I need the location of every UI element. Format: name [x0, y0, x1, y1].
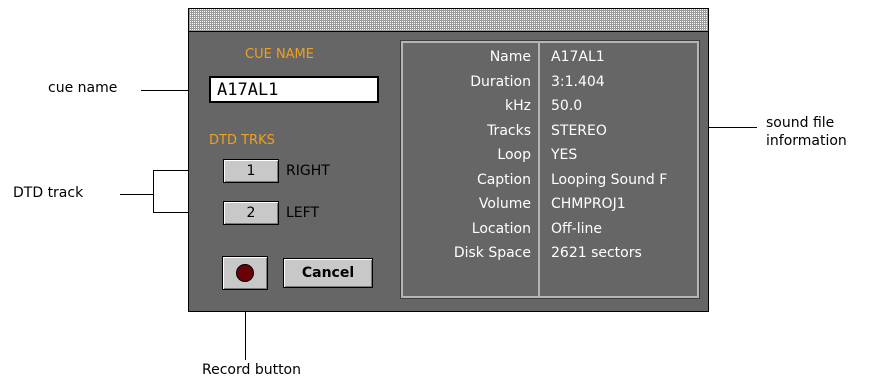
track-2-button[interactable]: 2: [223, 201, 279, 225]
cue-name-callout: cue name: [48, 80, 118, 96]
sound-file-info-panel: Name A17AL1 Duration 3:1.404 kHz 50.0 Tracks ST…: [400, 40, 700, 299]
info-row: Duration 3:1.404: [403, 74, 697, 96]
dtd-track-leader-stem: [120, 194, 153, 195]
info-value: 2621 sectors: [551, 245, 642, 261]
info-value: A17AL1: [551, 49, 605, 65]
cue-name-field[interactable]: A17AL1: [209, 76, 379, 103]
info-key: Location: [471, 220, 531, 237]
dialog-titlebar[interactable]: [189, 9, 708, 32]
info-row: Caption Looping Sound F: [403, 172, 697, 194]
info-value: YES: [551, 147, 578, 163]
info-key: Name: [489, 49, 531, 65]
dtd-track-bracket: [153, 170, 154, 212]
info-key: Duration: [470, 73, 531, 90]
info-row: kHz 50.0: [403, 98, 697, 120]
track-2-label: LEFT: [286, 205, 320, 221]
record-icon: [236, 264, 254, 282]
sound-file-callout-line2: information: [766, 133, 847, 149]
info-key: Loop: [497, 147, 531, 163]
info-key: Disk Space: [453, 245, 531, 261]
info-row: Volume CHMPROJ1: [403, 196, 697, 218]
info-row: Tracks STEREO: [403, 123, 697, 145]
info-value: 50.0: [551, 98, 583, 114]
info-row: Name A17AL1: [403, 49, 697, 71]
info-key: kHz: [505, 98, 531, 114]
track-1-label: RIGHT: [286, 163, 330, 179]
info-value: CHMPROJ1: [551, 196, 626, 212]
dtd-track-callout: DTD track: [13, 185, 84, 201]
info-row: Disk Space 2621 sectors: [403, 245, 697, 267]
record-button-callout: Record button: [202, 362, 301, 378]
info-value: Looping Sound F: [551, 171, 668, 188]
info-key: Tracks: [487, 122, 531, 139]
dtd-trks-label: DTD TRKS: [209, 133, 275, 148]
info-key: Volume: [478, 196, 531, 212]
info-row: Location Off-line: [403, 221, 697, 243]
sound-file-callout-line1: sound file: [766, 115, 835, 131]
info-row: Loop YES: [403, 147, 697, 169]
cue-name-label: CUE NAME: [245, 47, 314, 62]
record-button[interactable]: [222, 256, 268, 290]
info-value: STEREO: [551, 122, 607, 139]
info-key: Caption: [476, 171, 531, 188]
cue-dialog: CUE NAME A17AL1 DTD TRKS 1 RIGHT 2 LEFT …: [188, 8, 709, 312]
info-value: 3:1.404: [551, 73, 605, 90]
cancel-button[interactable]: Cancel: [283, 258, 373, 288]
track-1-button[interactable]: 1: [223, 159, 279, 183]
info-value: Off-line: [551, 220, 602, 237]
